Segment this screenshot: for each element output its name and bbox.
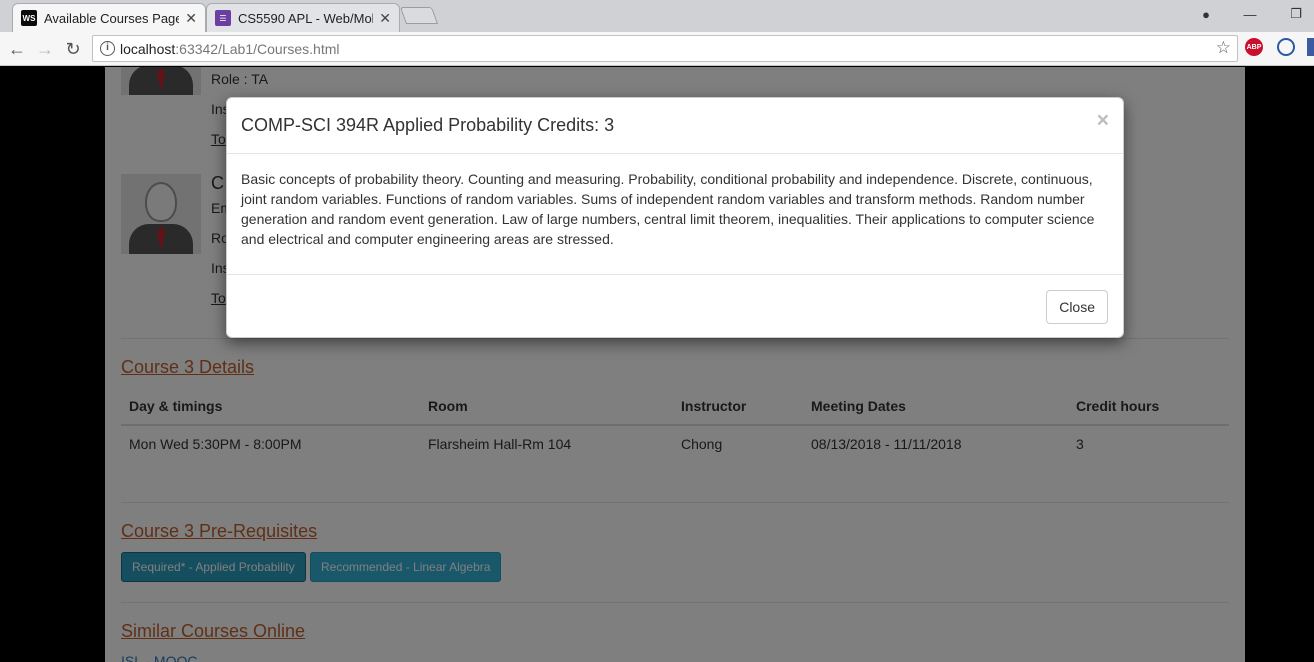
- address-bar[interactable]: i localhost:63342/Lab1/Courses.html ☆: [92, 35, 1238, 62]
- modal-footer: Close: [227, 274, 1123, 339]
- modal-description: Basic concepts of probability theory. Co…: [241, 171, 1095, 247]
- course-modal: COMP-SCI 394R Applied Probability Credit…: [226, 97, 1124, 338]
- close-tab-icon[interactable]: ✕: [185, 10, 197, 27]
- page-viewport: Role : TA Ins To C Em Ro Ins To Course 3…: [0, 67, 1314, 662]
- bookmark-star-icon[interactable]: ☆: [1216, 38, 1231, 58]
- reload-icon[interactable]: ↻: [62, 38, 84, 60]
- adblock-icon[interactable]: ABP: [1245, 38, 1263, 56]
- browser-toolbar: ← → ↻ i localhost:63342/Lab1/Courses.htm…: [0, 32, 1314, 66]
- close-button[interactable]: Close: [1046, 290, 1108, 324]
- info-icon[interactable]: i: [100, 41, 115, 56]
- profile-icon[interactable]: ●: [1188, 4, 1224, 24]
- close-icon[interactable]: ×: [1097, 110, 1109, 131]
- back-icon[interactable]: ←: [6, 38, 28, 60]
- tab-title: CS5590 APL - Web/Mobil: [238, 10, 374, 26]
- tab-cs5590[interactable]: ☰ CS5590 APL - Web/Mobil ✕: [206, 3, 400, 32]
- extension-icon[interactable]: [1307, 38, 1314, 56]
- list-icon: ☰: [215, 10, 231, 26]
- tab-available-courses[interactable]: WS Available Courses Page ✕: [12, 3, 206, 32]
- webstorm-icon: WS: [21, 10, 37, 26]
- modal-header: COMP-SCI 394R Applied Probability Credit…: [227, 98, 1123, 154]
- forward-icon[interactable]: →: [34, 38, 56, 60]
- modal-title: COMP-SCI 394R Applied Probability Credit…: [241, 115, 615, 135]
- minimize-icon[interactable]: —: [1232, 4, 1268, 24]
- block-icon[interactable]: [1277, 38, 1295, 56]
- url-text[interactable]: localhost:63342/Lab1/Courses.html: [120, 41, 339, 57]
- tab-title: Available Courses Page: [44, 10, 180, 26]
- tab-strip: ☰ CS5590 APL - Web/Mobil ✕ WS Available …: [0, 0, 1314, 32]
- close-tab-icon[interactable]: ✕: [379, 10, 391, 27]
- restore-icon[interactable]: ❐: [1278, 4, 1314, 24]
- new-tab-button[interactable]: [399, 7, 439, 24]
